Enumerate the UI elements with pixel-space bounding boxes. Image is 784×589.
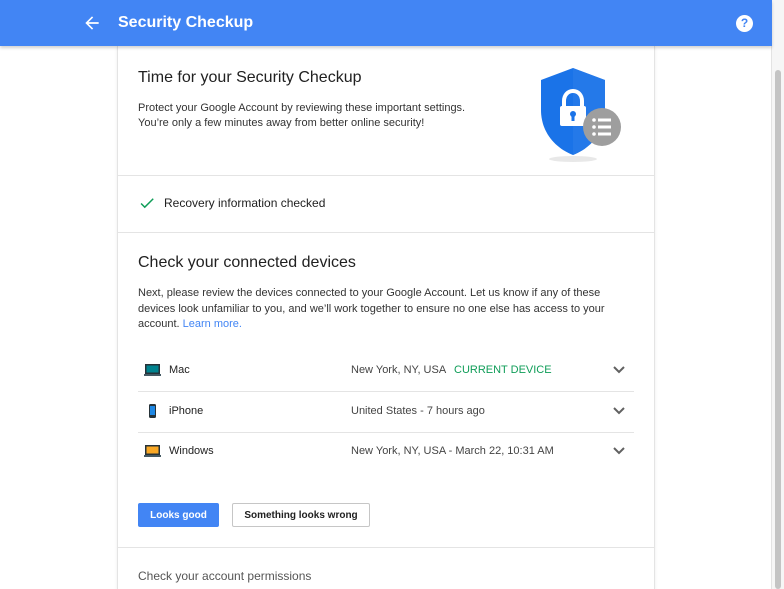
current-device-badge: CURRENT DEVICE bbox=[454, 364, 552, 376]
app-bar: Security Checkup ? bbox=[0, 0, 772, 46]
device-row-mac[interactable]: Mac New York, NY, USA CURRENT DEVICE bbox=[138, 351, 634, 391]
device-name: Windows bbox=[169, 445, 214, 457]
scrollbar-thumb[interactable] bbox=[775, 70, 781, 589]
divider bbox=[118, 175, 654, 176]
device-name: iPhone bbox=[169, 405, 204, 417]
shield-lock-icon bbox=[541, 68, 621, 162]
learn-more-link[interactable]: Learn more. bbox=[183, 318, 242, 330]
check-icon bbox=[140, 198, 154, 209]
divider bbox=[118, 547, 654, 548]
recovery-status-text: Recovery information checked bbox=[164, 196, 326, 210]
checkup-card: Time for your Security Checkup Protect y… bbox=[117, 46, 655, 589]
intro-description: Protect your Google Account by reviewing… bbox=[138, 102, 466, 129]
device-location: New York, NY, USA - March 22, 10:31 AM bbox=[351, 445, 554, 457]
phone-icon bbox=[149, 404, 156, 418]
laptop-icon bbox=[144, 445, 161, 457]
device-row-windows[interactable]: Windows New York, NY, USA - March 22, 10… bbox=[138, 432, 634, 472]
chevron-down-icon[interactable] bbox=[613, 447, 625, 455]
device-name: Mac bbox=[169, 364, 190, 376]
devices-section-title: Check your connected devices bbox=[138, 254, 356, 271]
chevron-down-icon[interactable] bbox=[613, 407, 625, 415]
laptop-icon bbox=[144, 364, 161, 376]
permissions-section-title: Check your account permissions bbox=[138, 569, 312, 583]
divider bbox=[118, 232, 654, 233]
something-looks-wrong-button[interactable]: Something looks wrong bbox=[232, 503, 370, 527]
chevron-down-icon[interactable] bbox=[613, 366, 625, 374]
page-background: Time for your Security Checkup Protect y… bbox=[0, 46, 771, 589]
device-row-iphone[interactable]: iPhone United States - 7 hours ago bbox=[138, 392, 634, 432]
devices-description: Next, please review the devices connecte… bbox=[138, 286, 618, 333]
back-arrow-icon[interactable] bbox=[82, 13, 102, 33]
looks-good-button[interactable]: Looks good bbox=[138, 503, 219, 527]
page-title: Security Checkup bbox=[118, 14, 254, 31]
scrollbar[interactable] bbox=[771, 0, 784, 589]
device-location: United States - 7 hours ago bbox=[351, 405, 485, 417]
intro-title: Time for your Security Checkup bbox=[138, 69, 362, 86]
device-location: New York, NY, USA bbox=[351, 364, 447, 376]
help-icon[interactable]: ? bbox=[736, 15, 753, 32]
